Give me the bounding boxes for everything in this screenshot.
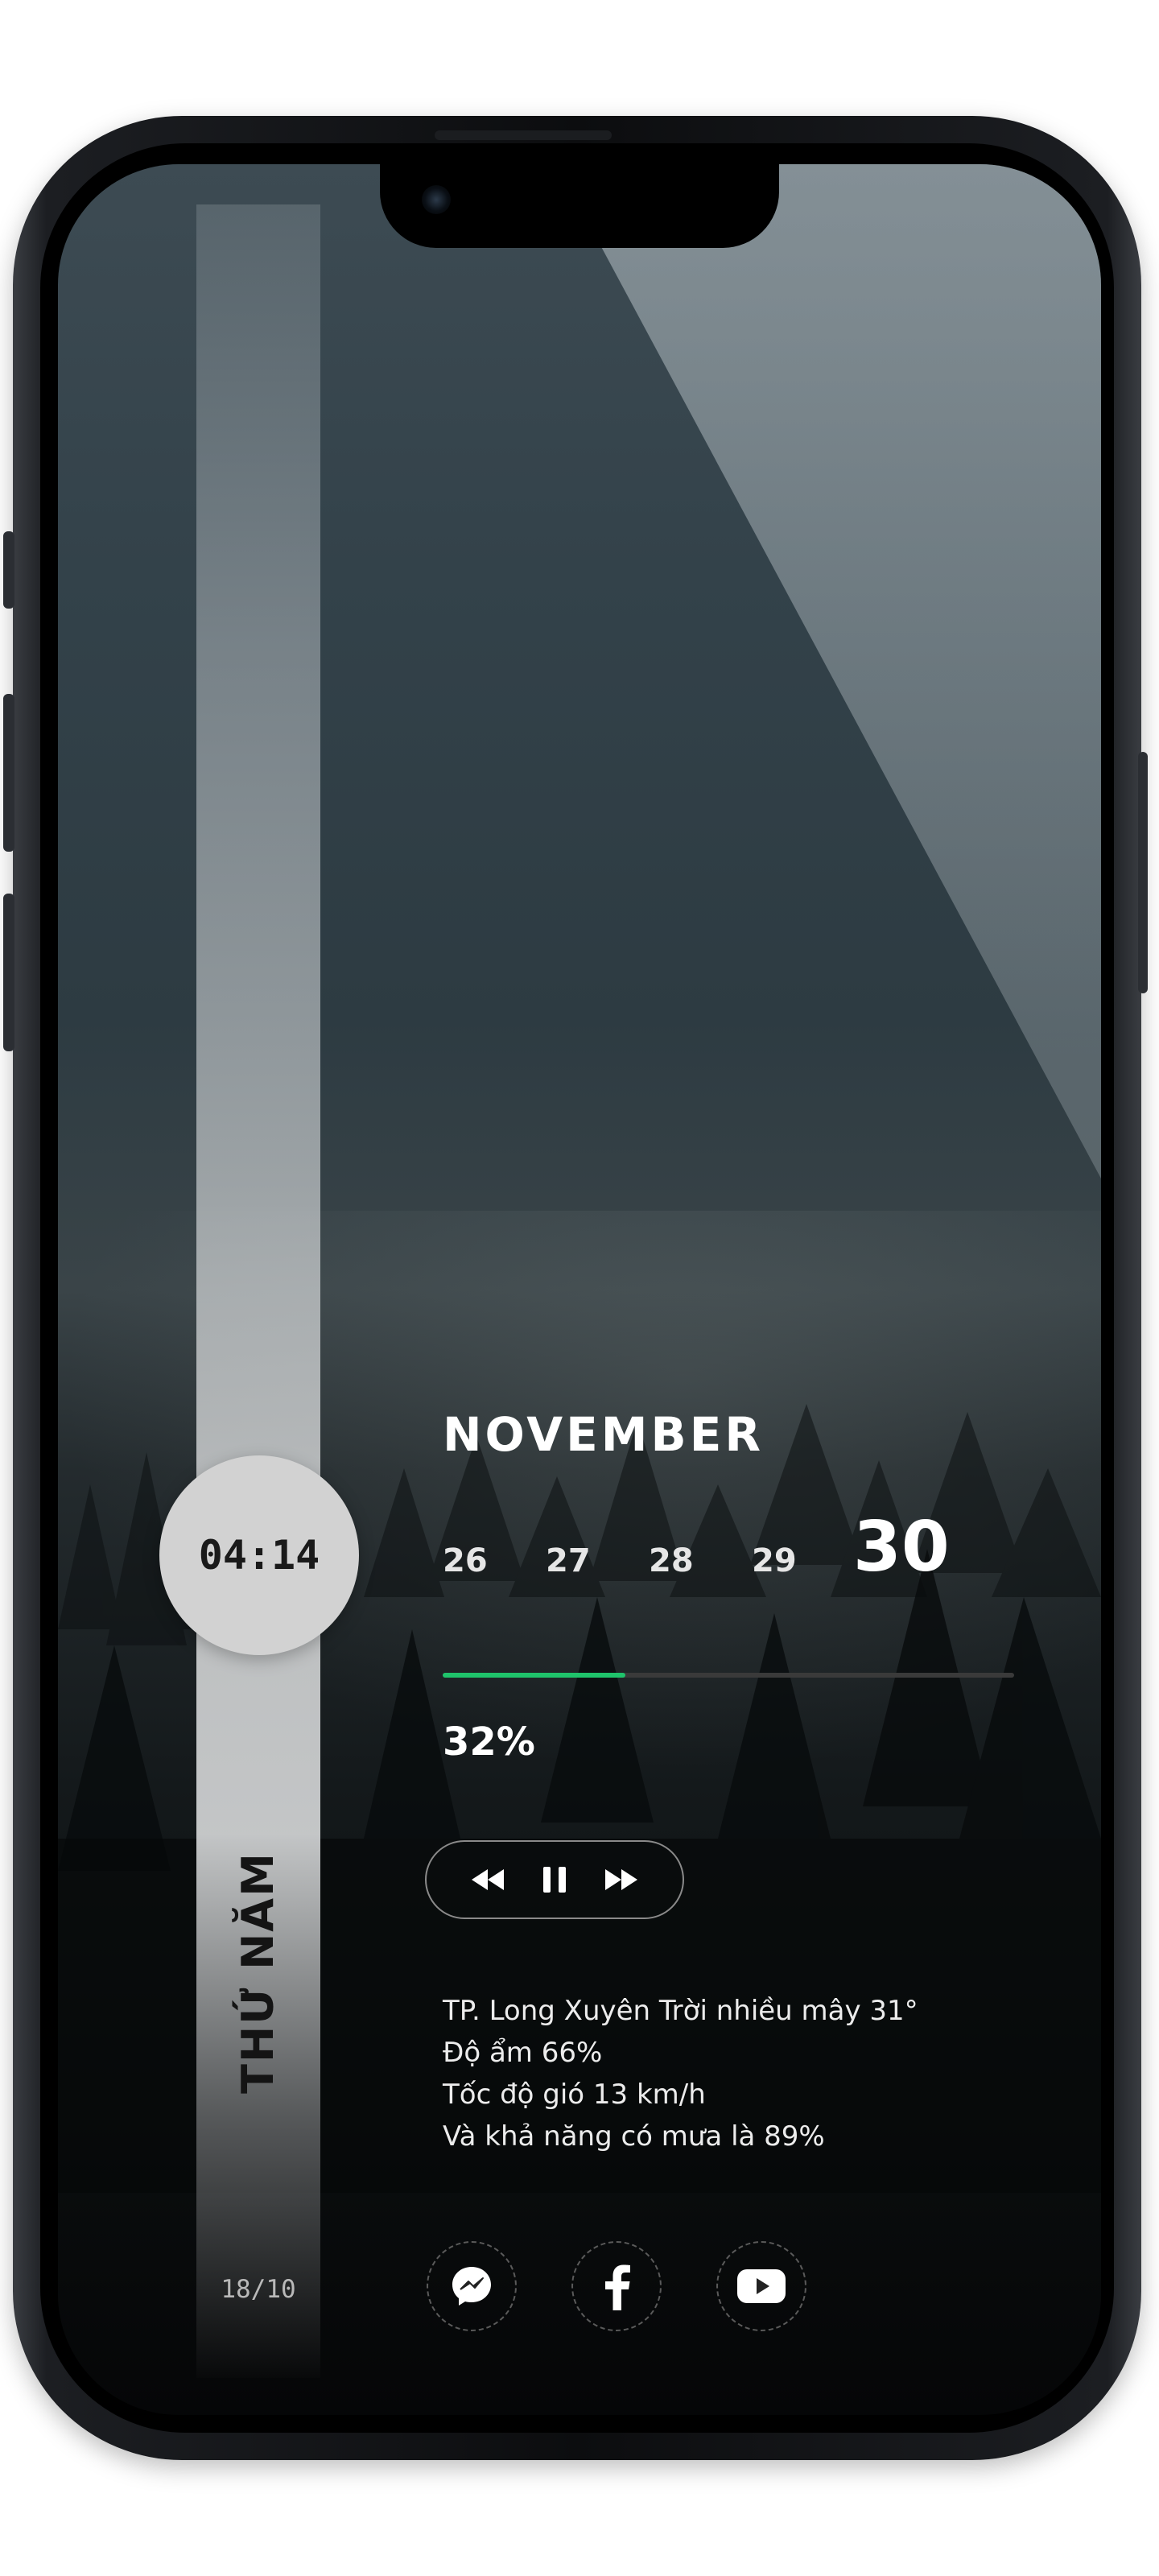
pause-icon[interactable] (536, 1861, 573, 1898)
social-links (427, 2241, 813, 2334)
weather-info: TP. Long Xuyên Trời nhiều mây 31° Độ ẩm … (443, 1990, 918, 2157)
lock-screen: 04:14 THỨ NĂM 18/10 NOVEMBER 26 27 28 29… (58, 164, 1101, 2415)
progress-label: 32% (443, 1719, 535, 1765)
earpiece-speaker (435, 130, 612, 140)
weekday-text: THỨ NĂM (232, 1851, 283, 2094)
rewind-icon[interactable] (469, 1861, 506, 1898)
fast-forward-icon[interactable] (603, 1861, 640, 1898)
side-button-volume-up (3, 694, 14, 852)
day-item-active: 30 (853, 1507, 950, 1587)
short-date: 18/10 (221, 2275, 296, 2304)
time-text: 04:14 (198, 1532, 320, 1579)
weather-line: Độ ẩm 66% (443, 2037, 603, 2069)
day-item: 27 (546, 1542, 591, 1579)
month-title: NOVEMBER (443, 1407, 765, 1462)
day-item: 29 (752, 1542, 797, 1579)
facebook-icon[interactable] (571, 2241, 662, 2331)
weather-line: Tốc độ gió 13 km/h (443, 2079, 706, 2111)
front-camera-icon (422, 185, 451, 214)
side-button-power (1138, 752, 1148, 993)
progress-bar (443, 1673, 1014, 1678)
messenger-icon[interactable] (427, 2241, 517, 2331)
weather-line: TP. Long Xuyên Trời nhiều mây 31° (443, 1995, 918, 2027)
side-button-volume-down (3, 894, 14, 1051)
media-controls (425, 1840, 684, 1919)
day-item: 28 (649, 1542, 694, 1579)
youtube-icon[interactable] (716, 2241, 806, 2331)
day-item: 26 (443, 1542, 488, 1579)
time-display: 04:14 (159, 1455, 359, 1655)
weather-line: Và khả năng có mưa là 89% (443, 2120, 825, 2153)
progress-fill (443, 1673, 626, 1678)
notch (380, 164, 779, 248)
side-button-mute (3, 531, 14, 609)
weekday-label: THỨ NĂM (193, 1851, 322, 2094)
day-row: 26 27 28 29 30 (443, 1507, 974, 1587)
